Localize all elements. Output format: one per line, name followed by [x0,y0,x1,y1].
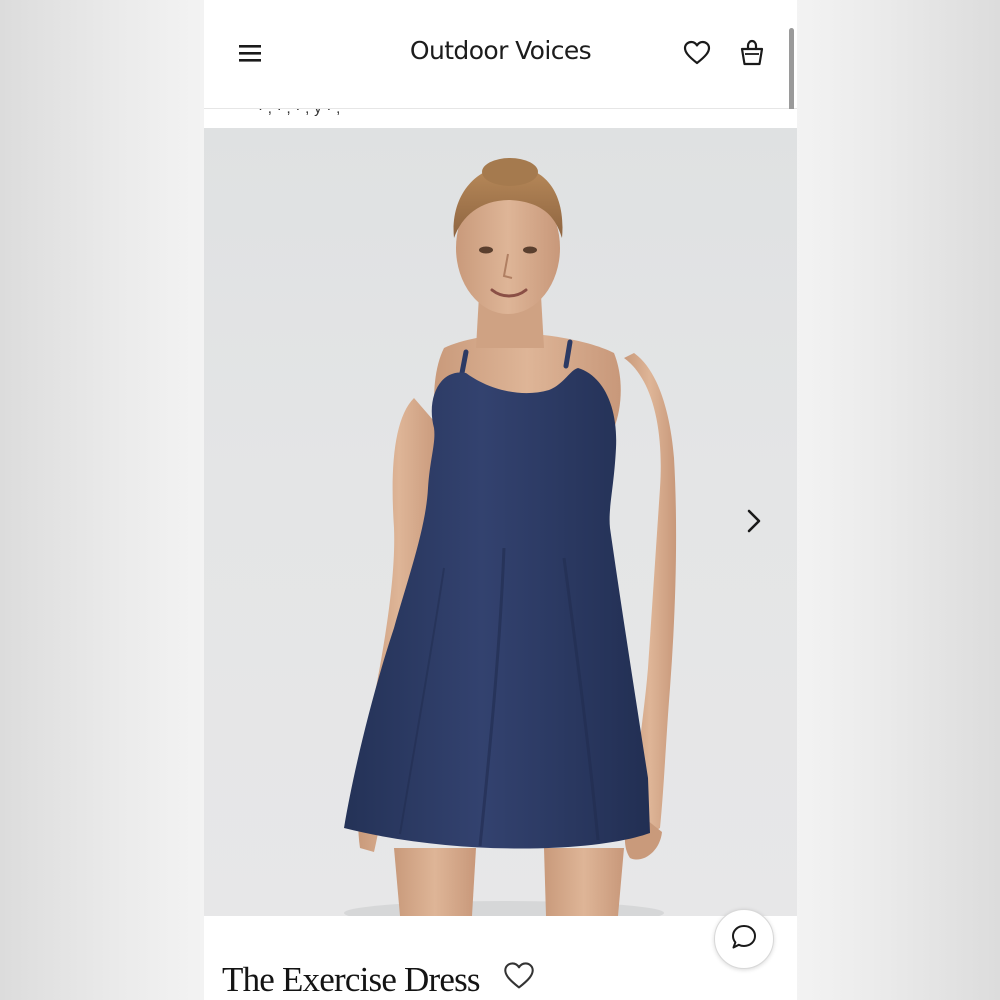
add-to-favorites-button[interactable] [502,961,536,995]
next-image-button[interactable] [745,508,775,538]
background-right [796,0,1000,1000]
wishlist-button[interactable] [682,40,712,70]
product-photo [344,158,677,916]
heart-outline-icon [503,961,535,996]
product-info: The Exercise Dress [204,916,797,1000]
heart-outline-icon [683,40,711,71]
mobile-screen: Outdoor Voices · , · , [204,0,797,1000]
promo-text: · , · , · , y · , [258,109,341,117]
promo-banner[interactable]: · , · , · , y · , [204,109,797,128]
chat-button[interactable] [714,909,774,969]
shopping-bag-button[interactable] [737,39,767,72]
shopping-bag-icon [739,39,765,72]
site-header: Outdoor Voices [204,0,797,178]
product-title: The Exercise Dress [222,960,481,999]
chat-bubble-icon [730,923,758,956]
background-left [0,0,204,1000]
product-image-gallery[interactable] [204,128,797,916]
